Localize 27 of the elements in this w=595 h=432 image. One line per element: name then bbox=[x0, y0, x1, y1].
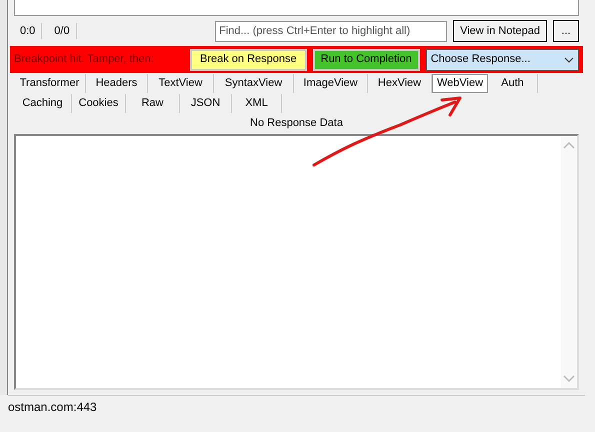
tab[interactable]: ImageView bbox=[294, 74, 368, 92]
tab[interactable]: Transformer bbox=[14, 74, 86, 92]
request-stat: 0:0 bbox=[14, 22, 42, 40]
tab[interactable]: SyntaxView bbox=[214, 74, 294, 92]
request-text-area[interactable] bbox=[14, 0, 579, 16]
break-on-response-button[interactable]: Break on Response bbox=[190, 48, 307, 70]
view-in-notepad-button[interactable]: View in Notepad bbox=[453, 20, 547, 42]
tab[interactable]: XML bbox=[232, 94, 282, 112]
run-to-completion-button[interactable]: Run to Completion bbox=[312, 48, 420, 70]
chevron-down-icon bbox=[563, 374, 575, 382]
chevron-down-icon bbox=[564, 56, 574, 62]
chevron-up-icon bbox=[563, 142, 575, 148]
tab[interactable]: WebView bbox=[432, 74, 488, 92]
status-text: ostman.com:443 bbox=[8, 398, 97, 416]
tab[interactable]: JSON bbox=[180, 94, 232, 112]
tab[interactable]: Headers bbox=[86, 74, 148, 92]
tab[interactable]: Auth bbox=[488, 74, 538, 92]
response-status: No Response Data bbox=[250, 116, 343, 131]
tab[interactable]: Raw bbox=[126, 94, 180, 112]
request-stat: 0/0 bbox=[48, 22, 77, 40]
tab[interactable]: TextView bbox=[148, 74, 214, 92]
more-button[interactable]: ... bbox=[553, 20, 579, 42]
breakpoint-message: Breakpoint hit. Tamper, then: bbox=[14, 52, 155, 68]
find-field[interactable]: Find... (press Ctrl+Enter to highlight all) bbox=[215, 20, 448, 42]
tab[interactable]: Caching bbox=[14, 94, 72, 112]
choose-response-select[interactable]: Choose Response... bbox=[426, 48, 579, 70]
tab[interactable]: Cookies bbox=[72, 94, 126, 112]
